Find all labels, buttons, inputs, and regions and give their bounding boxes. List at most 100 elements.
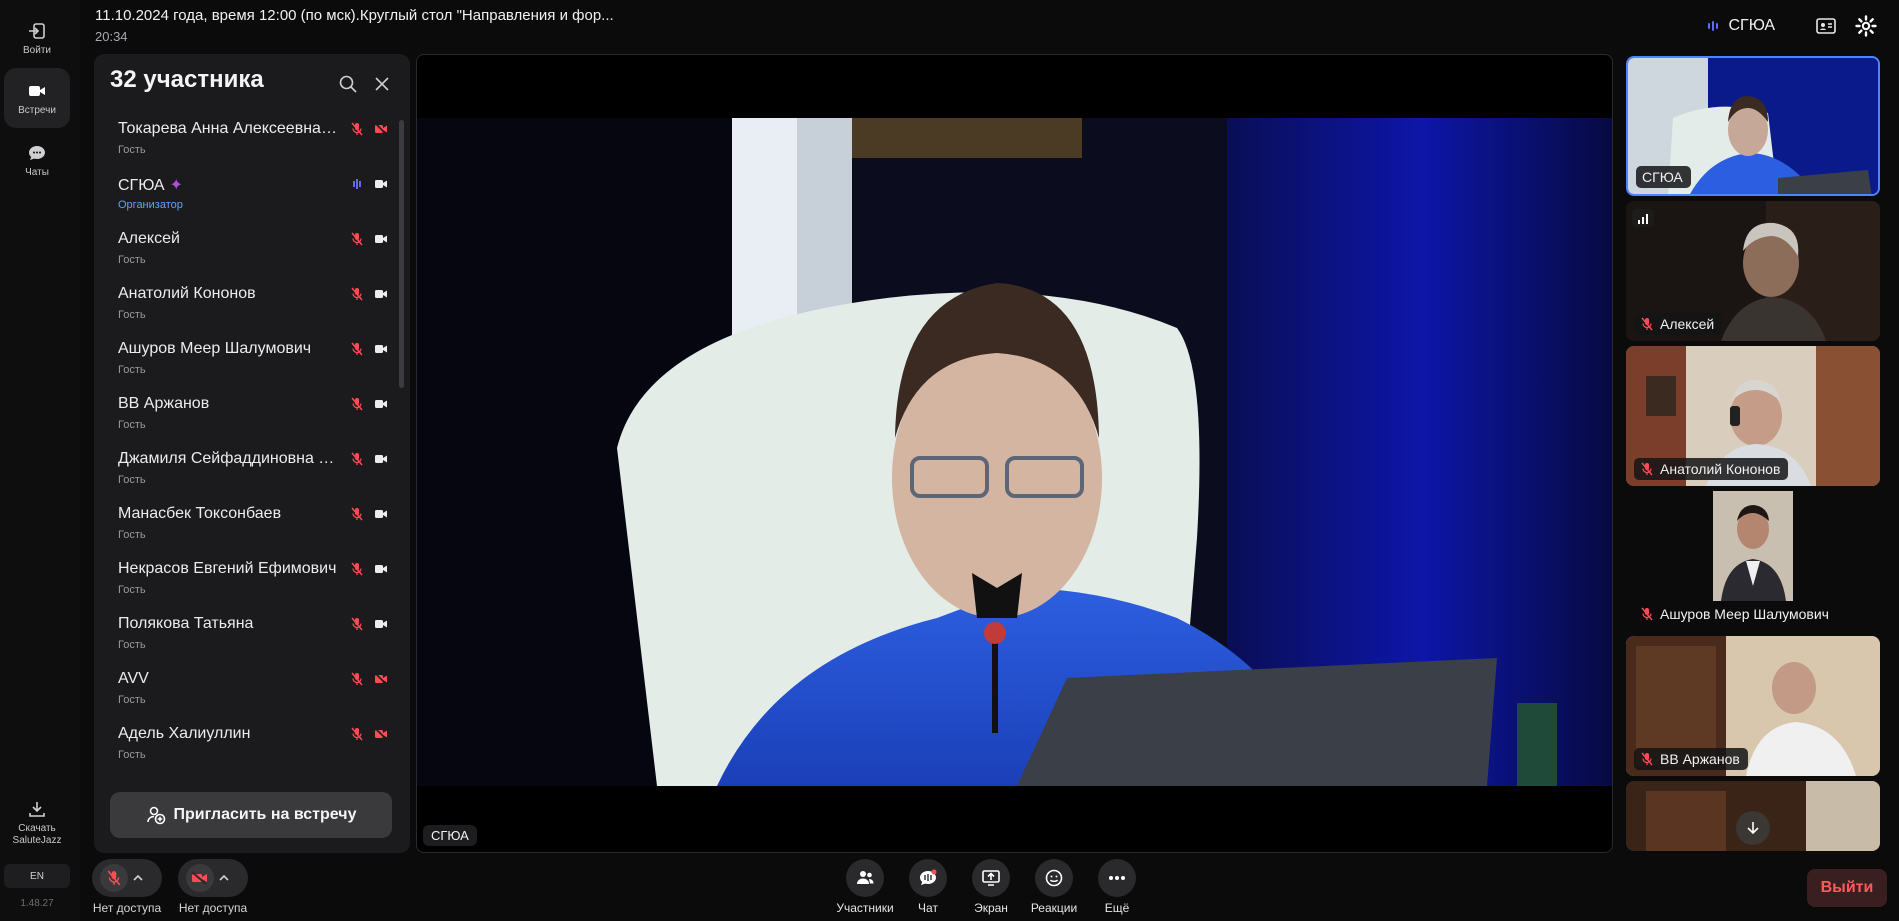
mic-muted-icon (351, 287, 363, 301)
settings-gear-icon[interactable] (1855, 15, 1877, 37)
camera-off-icon (374, 727, 388, 741)
scroll-down-button[interactable] (1736, 811, 1770, 845)
mic-muted-icon (1641, 317, 1653, 331)
participants-button[interactable]: Участники (834, 859, 896, 915)
tile-name: Анатолий Кононов (1660, 461, 1781, 477)
mic-muted-icon (351, 452, 363, 466)
chevron-up-icon[interactable] (218, 872, 230, 884)
mic-muted-icon (351, 397, 363, 411)
participant-role: Гость (118, 749, 146, 761)
search-icon[interactable] (338, 74, 358, 94)
participant-row[interactable]: Джамиля Сейфаддиновна В... Гость (94, 444, 398, 499)
participant-status-icons (350, 177, 388, 191)
app-window: Войти Встречи Чаты Скачать SaluteJazz EN… (0, 0, 1899, 921)
screen-share-button[interactable]: Экран (960, 859, 1022, 915)
reactions-button-circle[interactable] (1035, 859, 1073, 897)
mic-control: Нет доступа (92, 859, 162, 915)
download-icon (29, 802, 45, 817)
close-icon[interactable] (372, 74, 392, 94)
camera-icon (375, 510, 387, 518)
mic-toggle[interactable] (92, 859, 162, 897)
participants-label: Участники (836, 901, 894, 915)
tile-anatoly-kononov[interactable]: Анатолий Кононов (1626, 346, 1880, 486)
participant-row[interactable]: Анатолий Кононов Гость (94, 279, 398, 334)
meeting-clock: 20:34 (95, 29, 128, 44)
tile-label-sgyua: СГЮА (1636, 166, 1691, 188)
tile-label-anatoly-kononov: Анатолий Кононов (1634, 458, 1789, 480)
chat-label: Чат (918, 901, 938, 915)
participants-button-circle[interactable] (846, 859, 884, 897)
participant-name: Токарева Анна Алексеевна (... (118, 120, 338, 137)
more-button-circle[interactable] (1098, 859, 1136, 897)
participant-status-icons (350, 232, 388, 246)
audio-level-icon (353, 179, 361, 189)
participant-row[interactable]: ВВ Аржанов Гость (94, 389, 398, 444)
participant-row[interactable]: Полякова Татьяна Гость (94, 609, 398, 664)
participants-panel: 32 участника Токарева Анна Алексеевна (.… (94, 54, 410, 853)
participant-role: Гость (118, 144, 146, 156)
tile-name: СГЮА (1642, 169, 1683, 185)
tile-aleksey[interactable]: Алексей (1626, 201, 1880, 341)
language-switch[interactable]: EN (4, 864, 70, 888)
tile-label-ashurov: Ашуров Меер Шалумович (1634, 603, 1837, 625)
rail-meetings-label: Встречи (18, 104, 56, 116)
participant-role: Организатор (118, 199, 183, 211)
rail-meetings[interactable]: Встречи (4, 68, 70, 128)
participant-status-icons (350, 287, 388, 301)
rail-login[interactable]: Войти (4, 8, 70, 68)
participant-name: Анатолий Кононов (118, 285, 256, 302)
participant-row[interactable]: Ашуров Меер Шалумович Гость (94, 334, 398, 389)
rail-download[interactable]: Скачать SaluteJazz (4, 792, 70, 854)
camera-icon (375, 345, 387, 353)
participant-row[interactable]: СГЮА ✦ Организатор (94, 169, 398, 224)
participant-row[interactable]: Токарева Анна Алексеевна (... Гость (94, 114, 398, 169)
tile-ashurov[interactable]: Ашуров Меер Шалумович (1626, 491, 1880, 631)
participant-role: Гость (118, 419, 146, 431)
chevron-up-icon[interactable] (132, 872, 144, 884)
more-dots-icon (1109, 876, 1125, 880)
participant-list-scrollbar[interactable] (399, 120, 404, 388)
tile-arzhanov[interactable]: ВВ Аржанов (1626, 636, 1880, 776)
screen-share-button-circle[interactable] (972, 859, 1010, 897)
participant-status-icons (350, 122, 388, 136)
audio-level-icon (1708, 21, 1719, 31)
participant-row[interactable]: Некрасов Евгений Ефимович Гость (94, 554, 398, 609)
participant-name-text: СГЮА (118, 177, 165, 194)
chat-icon (920, 869, 937, 885)
invite-button[interactable]: Пригласить на встречу (110, 792, 392, 838)
participant-row[interactable]: AVV Гость (94, 664, 398, 719)
participant-row[interactable]: Адель Халиуллин Гость (94, 719, 398, 774)
participant-status-icons (350, 617, 388, 631)
rail-chats[interactable]: Чаты (4, 130, 70, 190)
panel-tools (338, 74, 392, 94)
mic-muted-icon (107, 870, 121, 886)
mic-muted-icon (351, 672, 363, 686)
camera-icon (375, 180, 387, 188)
chat-button[interactable]: Чат (897, 859, 959, 915)
tile-name: ВВ Аржанов (1660, 751, 1740, 767)
chat-button-circle[interactable] (909, 859, 947, 897)
participant-row[interactable]: Алексей Гость (94, 224, 398, 279)
participant-role: Гость (118, 694, 146, 706)
participant-list: Токарева Анна Алексеевна (... Гость СГЮА ✦ О… (94, 114, 398, 774)
more-button[interactable]: Ещё (1086, 859, 1148, 915)
participant-status-icons (350, 562, 388, 576)
leave-button[interactable]: Выйти (1807, 869, 1887, 907)
tile-next[interactable] (1626, 781, 1880, 851)
mic-muted-icon (351, 617, 363, 631)
mic-muted-button[interactable] (100, 864, 128, 892)
contact-card-icon[interactable] (1815, 15, 1837, 37)
participant-name: Ашуров Меер Шалумович (118, 340, 312, 357)
camera-off-button[interactable] (186, 864, 214, 892)
participant-role: Гость (118, 639, 146, 651)
camera-icon (375, 290, 387, 298)
tile-sgyua[interactable]: СГЮА (1626, 56, 1880, 196)
reactions-button[interactable]: Реакции (1023, 859, 1085, 915)
screen-label: Экран (974, 901, 1008, 915)
camera-toggle[interactable] (178, 859, 248, 897)
mic-muted-icon (1641, 752, 1653, 766)
participant-status-icons (350, 397, 388, 411)
login-icon (29, 22, 45, 39)
participant-row[interactable]: Манасбек Токсонбаев Гость (94, 499, 398, 554)
main-video[interactable]: СГЮА (416, 54, 1613, 853)
